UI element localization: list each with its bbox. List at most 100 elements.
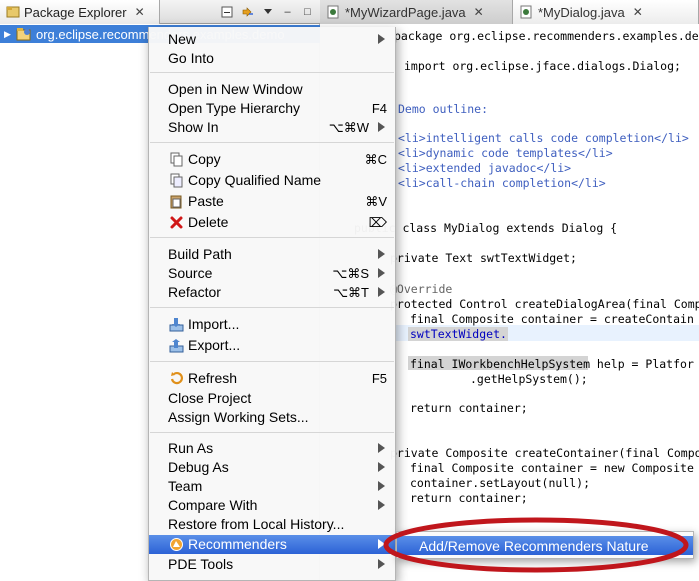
- code-line: private Text swtTextWidget;: [390, 251, 577, 265]
- menu-separator: [150, 237, 394, 238]
- menu-item-open-in-new-window[interactable]: Open in New Window: [149, 80, 395, 99]
- java-file-icon: [327, 5, 339, 19]
- java-project-icon: [16, 28, 31, 41]
- menu-item-label: Copy: [188, 151, 221, 167]
- code-line: <li>dynamic code templates</li>: [398, 146, 613, 160]
- menu-item-assign-working-sets[interactable]: Assign Working Sets...: [149, 408, 395, 427]
- code-line: protected Control createDialogArea(final…: [390, 297, 699, 311]
- menu-item-build-path[interactable]: Build Path: [149, 245, 395, 264]
- package-explorer-title: Package Explorer: [24, 4, 127, 20]
- code-line: swtTextWidget.: [410, 327, 507, 341]
- menu-shortcut: ⌦: [368, 215, 387, 230]
- code-line: <li>call-chain completion</li>: [398, 176, 606, 190]
- menu-item-refresh[interactable]: Refresh F5: [149, 369, 395, 388]
- submenu-arrow-icon: [378, 122, 385, 132]
- tab-package-explorer[interactable]: Package Explorer ✕: [0, 0, 160, 24]
- export-icon: [169, 339, 184, 353]
- code-line: final Composite container = new Composit…: [410, 461, 694, 475]
- menu-item-show-in[interactable]: Show In ⌥⌘W: [149, 118, 395, 137]
- menu-item-import[interactable]: Import...: [149, 315, 395, 334]
- refresh-icon: [170, 371, 183, 385]
- menu-item-recommenders[interactable]: Recommenders: [149, 535, 395, 554]
- collapse-all-icon[interactable]: [219, 4, 236, 21]
- menu-item-close-project[interactable]: Close Project: [149, 389, 395, 408]
- menu-item-label: Run As: [168, 440, 214, 456]
- code-line: final IWorkbenchHelpSystem help = Platfo…: [410, 357, 694, 371]
- view-menu-icon[interactable]: [259, 4, 276, 21]
- close-icon[interactable]: ✕: [633, 5, 643, 19]
- menu-item-label: New: [168, 31, 197, 47]
- menu-item-compare-with[interactable]: Compare With: [149, 496, 395, 515]
- submenu-arrow-icon: [378, 481, 385, 491]
- menu-shortcut: ⌥⌘T: [333, 285, 369, 300]
- menu-item-export[interactable]: Export...: [149, 336, 395, 355]
- submenu-arrow-icon: [378, 443, 385, 453]
- menu-item-source[interactable]: Source ⌥⌘S: [149, 264, 395, 283]
- submenu-arrow-icon: [378, 268, 385, 278]
- close-icon[interactable]: ✕: [135, 5, 145, 19]
- expand-arrow-icon[interactable]: ▶: [4, 29, 16, 40]
- minimize-icon[interactable]: –: [279, 4, 296, 21]
- menu-item-label: Build Path: [168, 246, 232, 262]
- menu-item-paste[interactable]: Paste ⌘V: [149, 192, 395, 211]
- menu-item-label: Restore from Local History...: [168, 516, 345, 532]
- submenu-arrow-icon: [378, 539, 385, 549]
- menu-item-label: Refactor: [168, 284, 221, 300]
- maximize-icon[interactable]: □: [299, 4, 316, 21]
- menu-item-add-remove-recommenders-nature[interactable]: Add/Remove Recommenders Nature: [397, 536, 693, 555]
- copy-icon: [170, 152, 183, 167]
- submenu-arrow-icon: [378, 34, 385, 44]
- menu-item-label: Import...: [188, 316, 240, 332]
- menu-separator: [150, 142, 394, 143]
- code-line: @Override: [390, 282, 453, 296]
- menu-item-label: Refresh: [188, 370, 238, 386]
- recommenders-submenu: Add/Remove Recommenders Nature: [396, 531, 694, 559]
- menu-item-open-type-hierarchy[interactable]: Open Type Hierarchy F4: [149, 99, 395, 118]
- menu-item-delete[interactable]: Delete ⌦: [149, 213, 395, 232]
- tab-mydialog[interactable]: *MyDialog.java ✕: [513, 0, 699, 24]
- menu-shortcut: ⌥⌘S: [332, 266, 369, 281]
- submenu-arrow-icon: [378, 249, 385, 259]
- code-line: <li>intelligent calls code completion</l…: [398, 131, 689, 145]
- menu-item-copy[interactable]: Copy ⌘C: [149, 150, 395, 169]
- menu-separator: [150, 307, 394, 308]
- menu-item-team[interactable]: Team: [149, 477, 395, 496]
- menu-item-refactor[interactable]: Refactor ⌥⌘T: [149, 283, 395, 302]
- menu-item-label: Copy Qualified Name: [188, 172, 322, 188]
- menu-shortcut: ⌘V: [365, 194, 387, 209]
- import-icon: [169, 318, 184, 332]
- menu-item-label: Open in New Window: [168, 81, 303, 97]
- menu-item-label: Assign Working Sets...: [168, 409, 309, 425]
- close-icon[interactable]: ✕: [474, 5, 484, 19]
- menu-item-restore-from-local-history[interactable]: Restore from Local History...: [149, 515, 395, 534]
- editor-tabbar: *MyWizardPage.java ✕ *MyDialog.java ✕: [320, 0, 699, 24]
- menu-item-pde-tools[interactable]: PDE Tools: [149, 555, 395, 574]
- menu-item-copy-qualified-name[interactable]: Copy Qualified Name: [149, 171, 395, 190]
- menu-separator: [150, 361, 394, 362]
- code-line: final Composite container = createContai…: [410, 312, 694, 326]
- menu-item-label: Open Type Hierarchy: [168, 100, 301, 116]
- menu-item-new[interactable]: New: [149, 30, 395, 49]
- menu-item-label: Debug As: [168, 459, 229, 475]
- code-line: <li>extended javadoc</li>: [398, 161, 572, 175]
- menu-separator: [150, 432, 394, 433]
- delete-icon: [170, 216, 183, 229]
- menu-item-label: PDE Tools: [168, 556, 234, 572]
- menu-item-label: Source: [168, 265, 213, 281]
- menu-item-debug-as[interactable]: Debug As: [149, 458, 395, 477]
- package-explorer-toolbar: – □: [219, 3, 316, 21]
- menu-item-label: Export...: [188, 337, 241, 353]
- link-with-editor-icon[interactable]: [239, 4, 256, 21]
- menu-item-go-into[interactable]: Go Into: [149, 49, 395, 68]
- eclipse-window: Package Explorer ✕ – □ ▶ *MyWizardPage.j…: [0, 0, 699, 581]
- menu-separator: [150, 72, 394, 73]
- menu-item-run-as[interactable]: Run As: [149, 439, 395, 458]
- menu-item-label: Team: [168, 478, 203, 494]
- code-line: container.setLayout(null);: [410, 476, 591, 490]
- menu-item-label: Show In: [168, 119, 219, 135]
- tab-mywizardpage[interactable]: *MyWizardPage.java ✕: [320, 0, 513, 24]
- code-line: package org.eclipse.recommenders.example…: [394, 29, 699, 43]
- editor-tab-label: *MyWizardPage.java: [345, 4, 466, 20]
- code-line: Demo outline:: [398, 102, 489, 116]
- recommenders-icon: [170, 538, 183, 551]
